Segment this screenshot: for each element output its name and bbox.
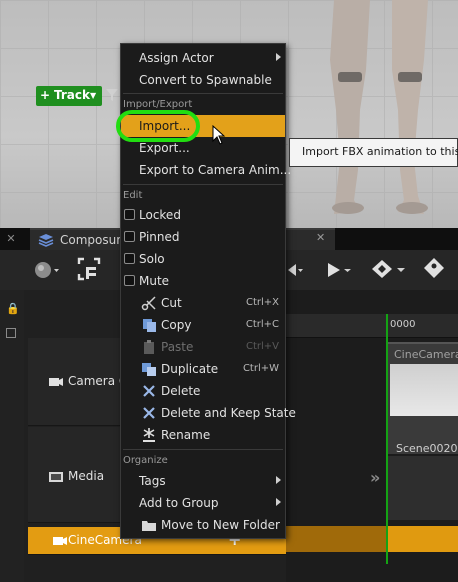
shortcut-label: Ctrl+C [245, 319, 279, 330]
add-track-button[interactable]: + Track ▼ [36, 86, 102, 106]
character-legs-figure [330, 0, 428, 214]
checkbox[interactable] [124, 209, 135, 220]
menu-item-label: Add to Group [139, 496, 219, 510]
section-heading: Organize [123, 455, 168, 466]
close-icon[interactable]: ✕ [316, 231, 325, 244]
menu-item-label: Duplicate [161, 362, 219, 376]
section-heading: Import/Export [123, 99, 193, 110]
mouse-cursor-icon [212, 125, 226, 145]
menu-item-label: Delete [161, 384, 201, 398]
menu-separator [123, 93, 283, 94]
menu-item-export-camera[interactable]: Export to Camera Anim... [121, 159, 291, 181]
shortcut-label: Ctrl+W [242, 363, 279, 374]
play-reverse-icon[interactable] [286, 260, 306, 280]
menu-item-label: Copy [161, 318, 192, 332]
menu-item-label: Paste [161, 340, 194, 354]
menu-item-mute[interactable]: Mute [121, 270, 285, 292]
menu-item-assign-actor[interactable]: Assign Actor [121, 47, 285, 69]
tooltip-text: Import FBX animation to this ob [302, 145, 458, 158]
close-icon[interactable]: ✕ [0, 228, 22, 250]
menu-item-rename[interactable]: Rename [121, 424, 285, 446]
menu-item-label: Assign Actor [139, 51, 214, 65]
delete-x-icon [143, 407, 155, 419]
keyframe-tag-icon[interactable] [422, 256, 446, 280]
menu-item-paste[interactable]: Paste Ctrl+V [121, 336, 285, 358]
chevron-right-icon [276, 476, 281, 484]
menu-item-label: Locked [139, 208, 181, 222]
checkbox[interactable] [124, 231, 135, 242]
menu-item-convert-spawnable[interactable]: Convert to Spawnable [121, 69, 285, 91]
menu-item-delete[interactable]: Delete [121, 380, 285, 402]
timeline-area[interactable]: 0000 CineCamera Scene0020S » [286, 290, 458, 582]
menu-item-label: Mute [139, 274, 170, 288]
copy-icon [143, 319, 156, 332]
menu-item-label: Delete and Keep State [161, 406, 296, 420]
plus-icon: + [40, 88, 51, 102]
menu-item-delete-keep-state[interactable]: Delete and Keep State [121, 402, 296, 424]
menu-item-label: Rename [161, 428, 211, 442]
camera-icon [49, 378, 63, 386]
menu-separator [123, 449, 283, 450]
menu-item-label: Tags [139, 474, 166, 488]
playhead[interactable] [386, 314, 388, 564]
menu-item-label: Convert to Spawnable [139, 73, 272, 87]
menu-item-label: Cut [161, 296, 182, 310]
track-label: Camera C [68, 374, 128, 388]
duplicate-icon [142, 363, 156, 376]
menu-item-locked[interactable]: Locked [121, 204, 285, 226]
camera-shot-section[interactable]: CineCamera [388, 342, 458, 454]
play-icon[interactable] [324, 260, 354, 280]
key-icon[interactable] [370, 258, 408, 280]
checkbox[interactable] [124, 275, 135, 286]
filter-icon[interactable] [106, 88, 118, 102]
menu-item-tags[interactable]: Tags [121, 470, 285, 492]
menu-item-pinned[interactable]: Pinned [121, 226, 285, 248]
menu-item-cut[interactable]: Cut Ctrl+X [121, 292, 285, 314]
world-icon[interactable] [34, 260, 60, 280]
checkbox[interactable] [124, 253, 135, 264]
menu-item-duplicate[interactable]: Duplicate Ctrl+W [121, 358, 285, 380]
media-name: Scene0020S [396, 442, 458, 455]
menu-item-label: Export to Camera Anim... [139, 163, 292, 177]
shot-name: CineCamera [394, 348, 458, 361]
paste-icon [144, 340, 154, 354]
cinecamera-section[interactable] [386, 526, 458, 552]
media-section[interactable] [388, 456, 458, 520]
menu-item-copy[interactable]: Copy Ctrl+C [121, 314, 285, 336]
rename-star-icon [143, 428, 155, 442]
menu-item-label: Pinned [139, 230, 180, 244]
section-heading: Edit [123, 190, 143, 201]
sequence-icon [38, 234, 54, 247]
save-icon[interactable] [6, 328, 16, 338]
lock-icon[interactable]: 🔒 [6, 302, 20, 315]
menu-item-move-to-new-folder[interactable]: Move to New Folder [121, 514, 285, 536]
camera-frame-icon[interactable] [76, 256, 102, 282]
left-rail: 🔒 [0, 290, 24, 582]
chevron-down-icon: ▼ [90, 91, 97, 100]
tooltip: Import FBX animation to this ob [289, 138, 458, 167]
shot-thumbnail [390, 364, 458, 416]
shortcut-label: Ctrl+V [245, 341, 279, 352]
annotation-highlight-ring [116, 110, 200, 142]
tab-title: Composure [60, 233, 129, 247]
menu-item-label: Export... [139, 141, 190, 155]
chevron-right-icon [276, 53, 281, 61]
scissors-icon [141, 296, 156, 311]
chevron-right-icon [276, 498, 281, 506]
folder-icon [142, 521, 156, 531]
frame-number: 0000 [390, 319, 416, 330]
media-icon [49, 472, 63, 482]
menu-item-solo[interactable]: Solo [121, 248, 285, 270]
track-label: Media [68, 469, 105, 483]
chevron-double-right-icon[interactable]: » [370, 468, 380, 487]
shortcut-label: Ctrl+X [245, 297, 279, 308]
time-ruler[interactable]: 0000 [286, 314, 458, 338]
menu-separator [123, 184, 283, 185]
cinecamera-icon [53, 537, 67, 545]
menu-item-label: Move to New Folder [161, 518, 280, 532]
menu-item-label: Solo [139, 252, 165, 266]
track-button-label: Track [54, 88, 90, 102]
delete-x-icon [143, 385, 155, 397]
menu-item-add-to-group[interactable]: Add to Group [121, 492, 285, 514]
